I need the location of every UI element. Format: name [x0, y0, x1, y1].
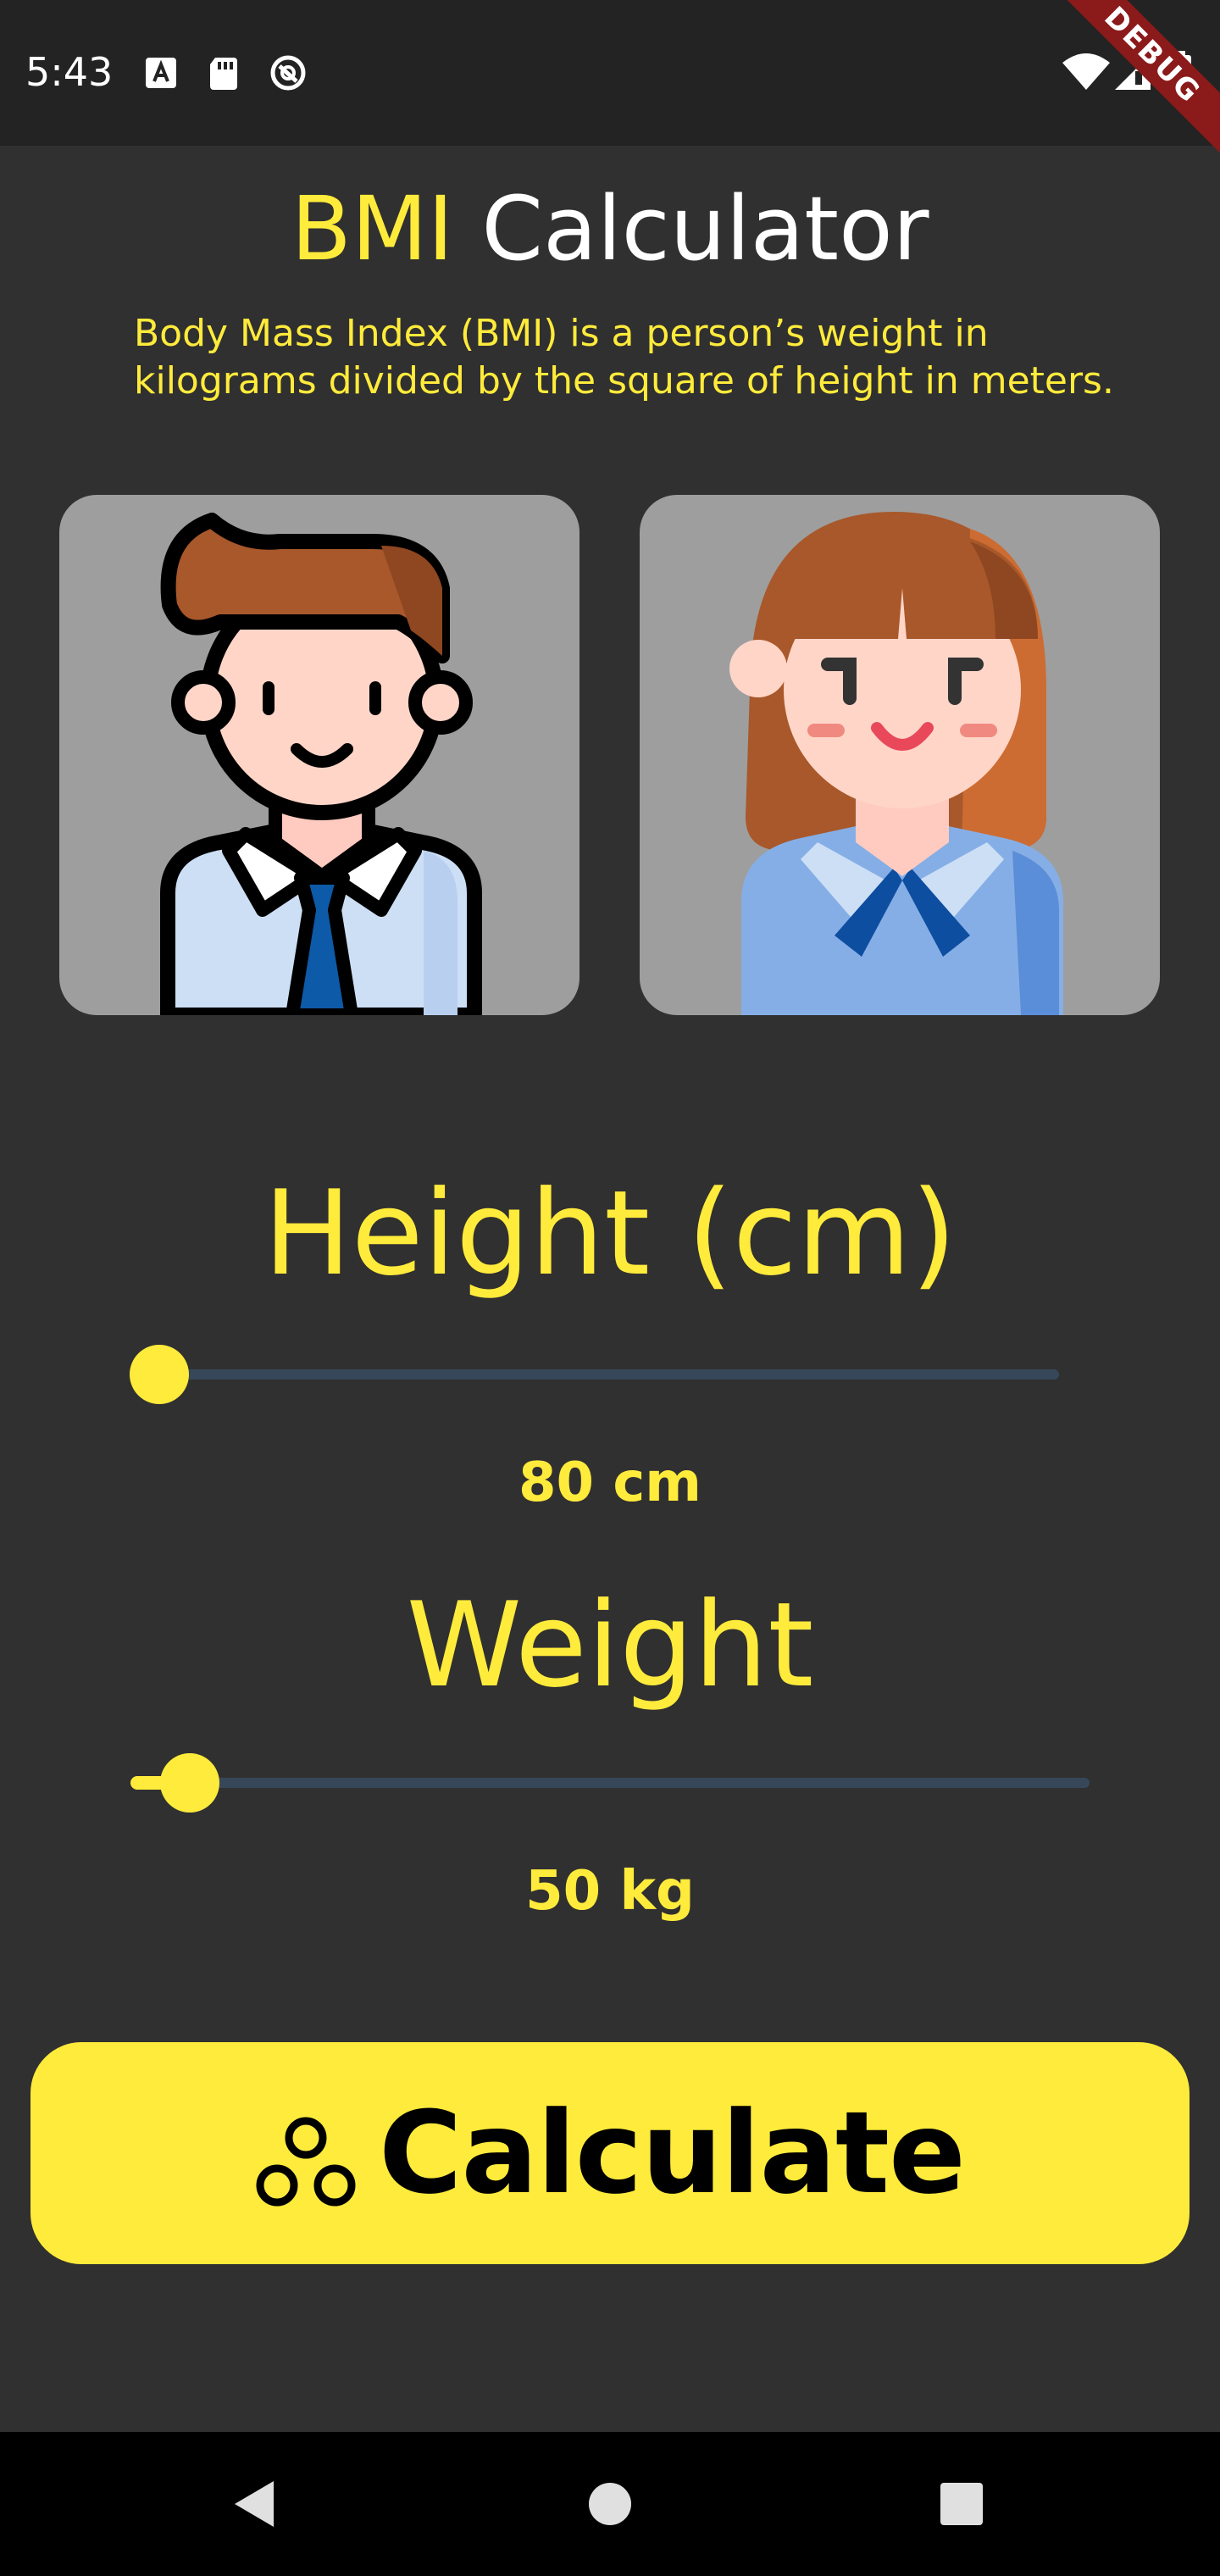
system-nav-bar	[0, 2432, 1220, 2576]
bmi-description: Body Mass Index (BMI) is a person’s weig…	[134, 312, 1114, 402]
app-screen: 5:43 DEBUG BMI Calculator Body Mass Inde…	[0, 0, 1220, 2576]
status-time: 5:43	[25, 49, 114, 95]
title-accent: BMI	[291, 177, 454, 280]
male-avatar-icon	[160, 513, 482, 1015]
status-bar: 5:43 DEBUG	[0, 0, 1220, 160]
height-slider-track	[159, 1369, 1059, 1380]
female-avatar-card[interactable]	[640, 495, 1160, 1015]
height-value: 80 cm	[518, 1452, 702, 1514]
calculate-label: Calculate	[379, 2087, 966, 2219]
height-slider[interactable]	[130, 1345, 1059, 1404]
bubbles-icon	[256, 2117, 356, 2207]
male-avatar-card[interactable]	[59, 495, 580, 1015]
weight-title: Weight	[406, 1577, 814, 1713]
title-rest: Calculator	[481, 177, 929, 280]
calculate-button[interactable]: Calculate	[30, 2042, 1190, 2264]
text-notification-icon	[146, 58, 176, 88]
recents-icon[interactable]	[923, 2466, 1000, 2542]
do-not-disturb-icon	[270, 55, 306, 91]
weight-slider[interactable]	[130, 1753, 1090, 1813]
weight-value: 50 kg	[525, 1860, 695, 1923]
home-icon[interactable]	[572, 2466, 648, 2542]
weight-slider-track	[130, 1778, 1090, 1788]
wifi-icon	[1062, 53, 1110, 90]
height-title: Height (cm)	[263, 1165, 957, 1302]
back-icon[interactable]	[216, 2466, 292, 2542]
weight-slider-thumb[interactable]	[160, 1753, 220, 1813]
female-avatar-icon	[729, 512, 1063, 1015]
height-slider-thumb[interactable]	[130, 1345, 189, 1404]
sd-card-icon	[210, 58, 237, 90]
page-title: BMI Calculator	[0, 176, 1220, 281]
